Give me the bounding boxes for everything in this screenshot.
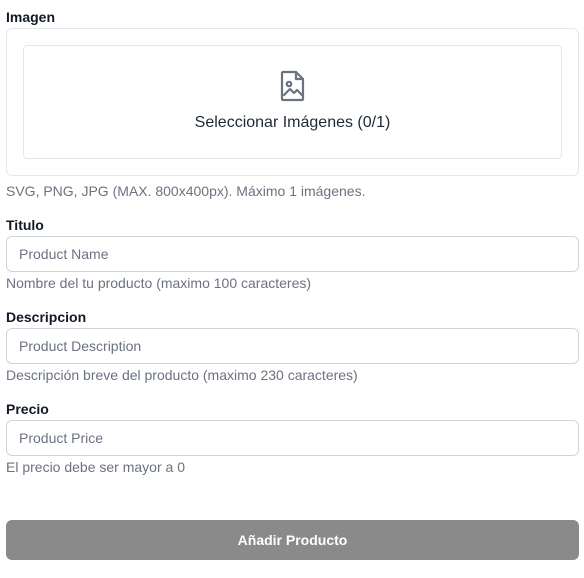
image-dropzone[interactable]: Seleccionar Imágenes (0/1) [23,45,562,159]
add-product-button[interactable]: Añadir Producto [6,520,579,560]
product-name-input[interactable] [6,236,579,272]
product-price-input[interactable] [6,420,579,456]
description-label: Descripcion [6,309,87,325]
product-description-input[interactable] [6,328,579,364]
description-hint: Descripción breve del producto (maximo 2… [6,367,358,383]
price-hint: El precio debe ser mayor a 0 [6,459,185,475]
price-label: Precio [6,401,49,417]
image-label: Imagen [6,9,56,25]
title-hint: Nombre del tu producto (maximo 100 carac… [6,275,312,291]
title-label: Titulo [6,217,44,233]
image-file-icon [280,70,306,102]
image-upload-frame: Seleccionar Imágenes (0/1) [6,28,579,176]
dropzone-label: Seleccionar Imágenes (0/1) [194,114,391,131]
image-hint: SVG, PNG, JPG (MAX. 800x400px). Máximo 1… [6,183,366,199]
